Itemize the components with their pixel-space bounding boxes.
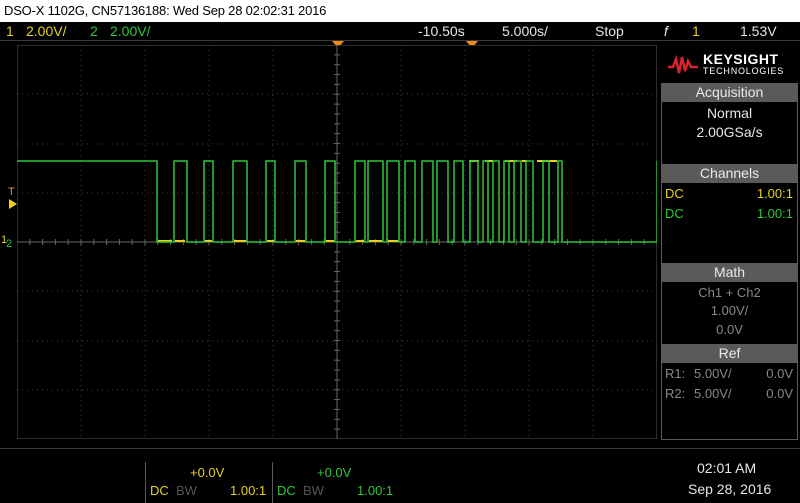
logo-sub: TECHNOLOGIES <box>703 66 785 76</box>
r1-offset: 0.0V <box>766 366 793 381</box>
r2-offset: 0.0V <box>766 386 793 401</box>
math-scale: 1.00V/ <box>710 303 749 318</box>
run-state[interactable]: Stop <box>595 23 624 39</box>
ch2-softkey[interactable]: +0.0V DC BW 1.00:1 <box>272 462 401 503</box>
ch1-softkey[interactable]: +0.0V DC BW 1.00:1 <box>145 462 272 503</box>
ch1-probe: 1.00:1 <box>756 186 793 201</box>
trigger-level[interactable]: 1.53V <box>740 23 777 39</box>
ch1-label[interactable]: 1 <box>6 23 14 39</box>
channels-header[interactable]: Channels <box>661 164 798 182</box>
ch2-ground-marker[interactable]: 2 <box>6 238 12 250</box>
side-panel: KEYSIGHT TECHNOLOGIES Acquisition Normal… <box>659 45 800 440</box>
ch2-bw-limit: BW <box>303 483 324 498</box>
trigger-level-marker[interactable]: T <box>8 186 15 198</box>
ch1-coupling: DC <box>665 186 684 201</box>
r1-name: R1: <box>665 366 686 381</box>
ch1-probe-bottom: 1.00:1 <box>230 483 267 498</box>
r2-scale: 5.00V/ <box>694 386 732 401</box>
ch1-scale[interactable]: 2.00V/ <box>26 23 66 39</box>
trigger-edge-icon[interactable]: f <box>664 23 668 39</box>
channels-panel: DC 1.00:1 DC 1.00:1 <box>661 182 798 266</box>
clock-date: Sep 28, 2016 <box>688 481 772 497</box>
trigger-source[interactable]: 1 <box>692 23 700 39</box>
waveform-display[interactable] <box>17 45 657 439</box>
ch1-offset: +0.0V <box>190 465 225 480</box>
sample-rate: 2.00GSa/s <box>696 124 763 140</box>
ch2-coupling-bottom: DC <box>277 483 296 498</box>
keysight-wave-icon <box>668 54 698 74</box>
acquisition-panel: Normal 2.00GSa/s <box>661 101 798 165</box>
timebase[interactable]: 5.000s/ <box>502 23 548 39</box>
r1-scale: 5.00V/ <box>694 366 732 381</box>
acquisition-mode: Normal <box>706 105 753 121</box>
window-title: DSO-X 1102G, CN57136188: Wed Sep 28 02:0… <box>4 3 327 18</box>
ch2-probe: 1.00:1 <box>756 206 793 221</box>
title-bar: DSO-X 1102G, CN57136188: Wed Sep 28 02:0… <box>0 0 800 22</box>
math-expression: Ch1 + Ch2 <box>698 285 761 300</box>
ch2-probe-bottom: 1.00:1 <box>357 483 394 498</box>
ref-header[interactable]: Ref <box>661 344 798 362</box>
ch2-label[interactable]: 2 <box>90 23 98 39</box>
time-delay[interactable]: -10.50s <box>418 23 465 39</box>
math-header[interactable]: Math <box>661 263 798 281</box>
ch2-scale[interactable]: 2.00V/ <box>110 23 150 39</box>
logo-brand: KEYSIGHT <box>703 51 779 67</box>
math-offset: 0.0V <box>716 322 743 337</box>
ch1-coupling-bottom: DC <box>150 483 169 498</box>
bottom-divider <box>0 448 800 449</box>
trigger-arrow-icon <box>9 199 17 209</box>
acquisition-header[interactable]: Acquisition <box>661 83 798 101</box>
ch2-offset: +0.0V <box>317 465 352 480</box>
ch1-bw-limit: BW <box>176 483 197 498</box>
keysight-logo: KEYSIGHT TECHNOLOGIES <box>659 45 800 83</box>
ch2-coupling: DC <box>665 206 684 221</box>
clock-time: 02:01 AM <box>697 460 757 476</box>
r2-name: R2: <box>665 386 686 401</box>
math-panel: Ch1 + Ch2 1.00V/ 0.0V <box>661 281 798 347</box>
ref-panel: R1: 5.00V/ 0.0V R2: 5.00V/ 0.0V <box>661 362 798 440</box>
